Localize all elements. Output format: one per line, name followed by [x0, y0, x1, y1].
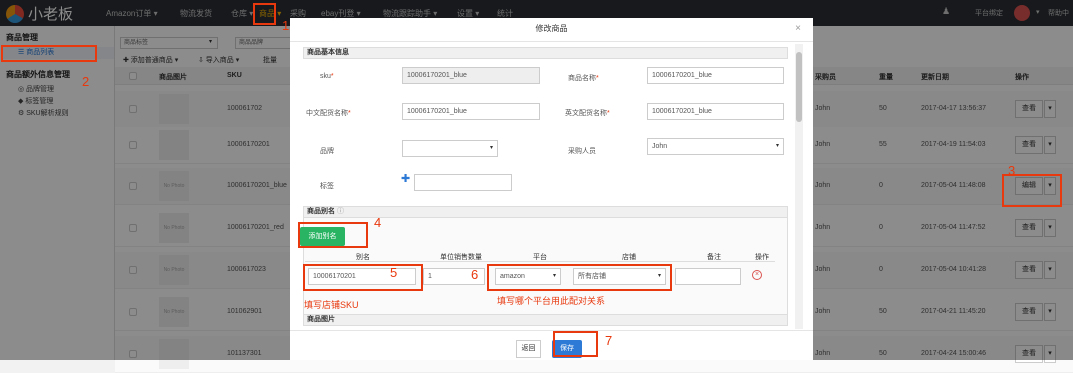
buyer-select[interactable]: John ▾ — [647, 138, 784, 155]
annotation-box-6 — [487, 264, 672, 291]
delete-alias-icon[interactable]: × — [752, 270, 762, 280]
product-name-field[interactable]: 10006170201_blue — [647, 67, 784, 84]
alias-col-store: 店铺 — [622, 254, 636, 261]
modal-footer: 返回 保存 — [290, 330, 813, 360]
buyer-select-value: John — [652, 143, 668, 150]
alias-col-qty: 单位销售数量 — [440, 254, 482, 261]
annotation-note-5: 填写店铺SKU — [304, 300, 359, 310]
annotation-box-2 — [1, 45, 97, 62]
cn-decl-label: 中文配货名称* — [306, 110, 351, 117]
brand-select[interactable]: ▾ — [402, 140, 498, 157]
annotation-number-1: 1 — [282, 18, 290, 33]
annotation-number-6: 6 — [471, 267, 479, 282]
annotation-box-4 — [298, 222, 368, 248]
buyer-label: 采购人员 — [568, 148, 596, 155]
cn-decl-field[interactable]: 10006170201_blue — [402, 103, 540, 120]
annotation-number-5: 5 — [390, 265, 398, 280]
annotation-number-3: 3 — [1008, 163, 1016, 178]
annotation-box-7 — [553, 331, 598, 357]
back-button[interactable]: 返回 — [516, 340, 541, 358]
annotation-number-2: 2 — [82, 74, 90, 89]
alias-col-ops: 操作 — [755, 254, 769, 261]
sku-label: sku* — [320, 73, 334, 80]
alias-table-header: 别名 单位销售数量 平台 店铺 备注 操作 — [305, 250, 775, 262]
annotation-number-7: 7 — [605, 333, 613, 348]
alias-col-platform: 平台 — [533, 254, 547, 261]
tag-input[interactable] — [414, 174, 512, 191]
help-icon[interactable]: ⓘ — [335, 208, 344, 215]
chevron-down-icon: ▾ — [775, 143, 779, 149]
product-name-label: 商品名称* — [568, 75, 599, 82]
annotation-box-1 — [253, 3, 276, 25]
annotation-box-3 — [1002, 174, 1062, 207]
chevron-down-icon: ▾ — [489, 145, 493, 151]
note-input[interactable] — [675, 268, 741, 285]
add-tag-icon[interactable]: ✚ — [401, 172, 410, 185]
en-decl-label: 英文配货名称* — [565, 110, 610, 117]
tag-label: 标签 — [320, 183, 334, 190]
section-images: 商品图片 — [303, 314, 788, 326]
alias-col-alias: 别名 — [356, 254, 370, 261]
edit-product-modal: 修改商品 × 商品基本信息 sku* 10006170201_blue 商品名称… — [290, 18, 813, 360]
annotation-box-5 — [303, 264, 423, 291]
close-icon[interactable]: × — [795, 23, 801, 34]
sku-field[interactable]: 10006170201_blue — [402, 67, 540, 84]
annotation-number-4: 4 — [374, 215, 382, 230]
alias-col-note: 备注 — [707, 254, 721, 261]
modal-title: 修改商品 — [290, 18, 813, 42]
section-basic-info: 商品基本信息 — [303, 47, 788, 59]
en-decl-field[interactable]: 10006170201_blue — [647, 103, 784, 120]
brand-label: 品牌 — [320, 148, 334, 155]
annotation-note-6: 填写哪个平台用此配对关系 — [497, 296, 606, 306]
modal-scrollbar[interactable] — [795, 44, 803, 329]
scrollbar-thumb[interactable] — [796, 52, 802, 122]
